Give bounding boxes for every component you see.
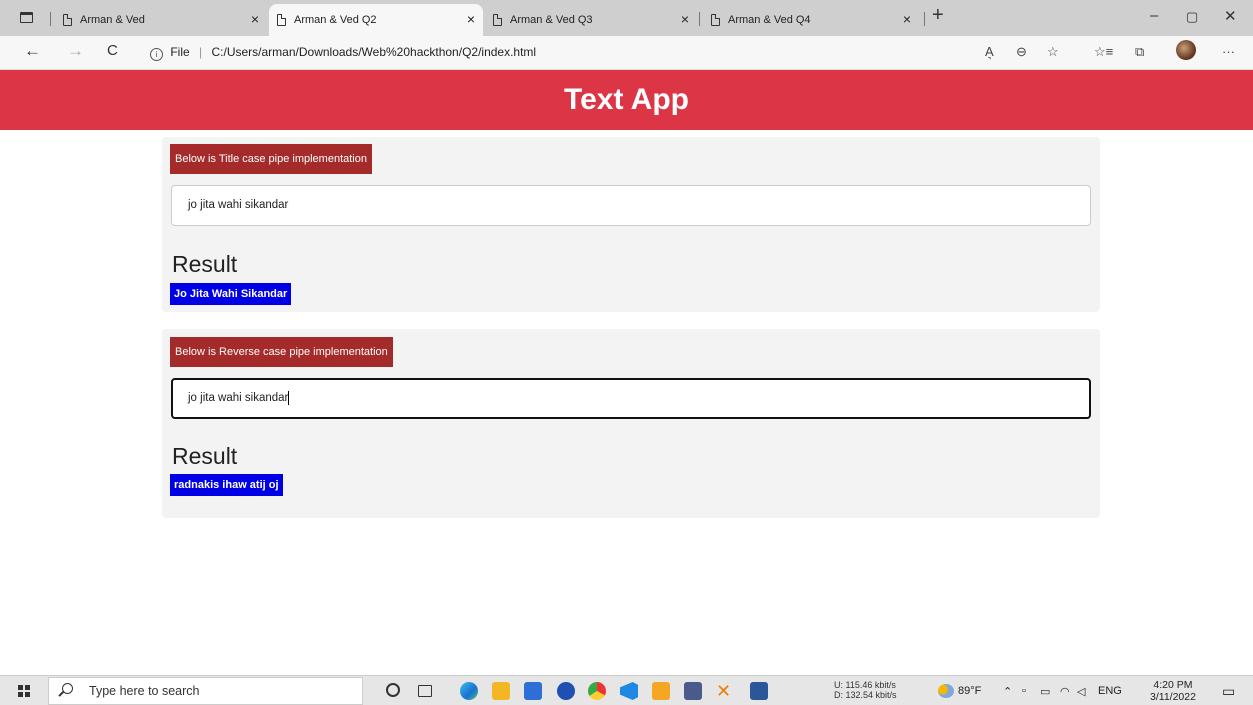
search-icon [62,683,73,694]
title-case-input[interactable]: jo jita wahi sikandar [171,185,1091,226]
clock-time: 4:20 PM [1153,679,1193,691]
tab-arman-ved-q4[interactable]: Arman & Ved Q4 × [703,4,919,36]
search-placeholder: Type here to search [89,684,200,698]
task-view-icon[interactable] [418,685,432,697]
cortana-icon[interactable] [386,683,400,697]
address-bar: ← → C i File | C:/Users/arman/Downloads/… [0,36,1253,70]
page-title: Text App [0,70,1253,130]
restore-icon[interactable]: ▢ [1186,9,1198,25]
clock[interactable]: 4:20 PM 3/11/2022 [1150,679,1196,703]
title-case-card: Below is Title case pipe implementation … [162,137,1100,312]
new-tab-icon[interactable]: + [932,4,944,27]
vscode-icon[interactable] [620,682,638,700]
volume-icon[interactable]: ◁ [1077,685,1085,698]
close-tab-icon[interactable]: × [903,11,911,27]
reverse-case-card: Below is Reverse case pipe implementatio… [162,329,1100,518]
page-icon [63,14,72,26]
input-text: jo jita wahi sikandar [188,392,289,404]
file-explorer-icon[interactable] [492,682,510,700]
wifi-icon[interactable]: ◠ [1060,685,1070,698]
back-icon[interactable]: ← [24,41,41,61]
battery-icon[interactable]: ▭ [1040,685,1050,698]
app-icon[interactable] [557,682,575,700]
taskbar-search[interactable]: Type here to search [48,677,363,705]
profile-avatar[interactable] [1176,40,1196,60]
read-aloud-icon[interactable]: A͉ [985,44,994,59]
weather-icon[interactable] [938,684,954,698]
app-icon[interactable] [684,682,702,700]
page-icon [493,14,502,26]
result-heading: Result [172,443,238,469]
tab-separator [50,12,51,26]
close-tab-icon[interactable]: × [681,11,689,27]
tab-strip: Arman & Ved × Arman & Ved Q2 × Arman & V… [0,0,1253,36]
section-label: Below is Reverse case pipe implementatio… [170,337,393,367]
network-download: D: 132.54 kbit/s [834,690,897,700]
result-badge: Jo Jita Wahi Sikandar [170,283,292,305]
reverse-case-input[interactable]: jo jita wahi sikandar [171,378,1091,419]
taskbar: Type here to search ✕ U: 115.46 kbit/s D… [0,675,1253,705]
close-tab-icon[interactable]: × [467,11,475,27]
tab-separator [699,12,700,26]
more-icon[interactable]: ··· [1222,44,1235,59]
language-indicator[interactable]: ENG [1098,685,1122,697]
minimize-icon[interactable]: – [1150,7,1158,24]
clock-date: 3/11/2022 [1150,691,1196,703]
url-text: C:/Users/arman/Downloads/Web%20hackthon/… [211,45,537,59]
tab-label: Arman & Ved Q2 [294,14,377,26]
result-badge: radnakis ihaw atij oj [170,474,283,496]
store-icon[interactable] [524,682,542,700]
app-icon[interactable] [652,682,670,700]
xampp-icon[interactable]: ✕ [716,682,734,700]
word-icon[interactable] [750,682,768,700]
section-label: Below is Title case pipe implementation [170,144,372,174]
tab-arman-ved-q3[interactable]: Arman & Ved Q3 × [485,4,697,36]
page-icon [711,14,720,26]
close-window-icon[interactable]: ✕ [1224,7,1237,25]
network-upload: U: 115.46 kbit/s [834,680,896,690]
favorites-icon[interactable]: ☆≡ [1094,44,1113,60]
tab-label: Arman & Ved [80,14,145,26]
url-field[interactable]: i File | C:/Users/arman/Downloads/Web%20… [150,45,536,61]
url-separator: | [199,45,203,59]
tab-separator [924,12,925,26]
tab-actions-icon[interactable] [20,12,33,23]
tab-label: Arman & Ved Q4 [728,14,811,26]
tab-arman-ved[interactable]: Arman & Ved × [55,4,267,36]
add-favorite-icon[interactable]: ☆ [1047,44,1059,60]
zoom-icon[interactable]: ⊖ [1016,44,1027,60]
protocol-label: File [170,45,190,59]
info-icon[interactable]: i [150,48,163,61]
chevron-up-icon[interactable]: ⌃ [1003,685,1012,698]
tab-label: Arman & Ved Q3 [510,14,593,26]
text-caret [288,390,290,405]
refresh-icon[interactable]: C [107,42,118,59]
collections-icon[interactable]: ⧉ [1135,44,1144,60]
weather-temp[interactable]: 89°F [958,685,981,697]
result-heading: Result [172,251,238,277]
edge-icon[interactable] [460,682,478,700]
close-tab-icon[interactable]: × [251,11,259,27]
page-icon [277,14,286,26]
tab-arman-ved-q2[interactable]: Arman & Ved Q2 × [269,4,483,36]
tray-app-icon[interactable]: ▫ [1022,685,1026,697]
notifications-icon[interactable]: ▭ [1222,683,1235,700]
windows-start-icon[interactable] [18,685,30,697]
forward-icon[interactable]: → [67,41,84,61]
chrome-icon[interactable] [588,682,606,700]
